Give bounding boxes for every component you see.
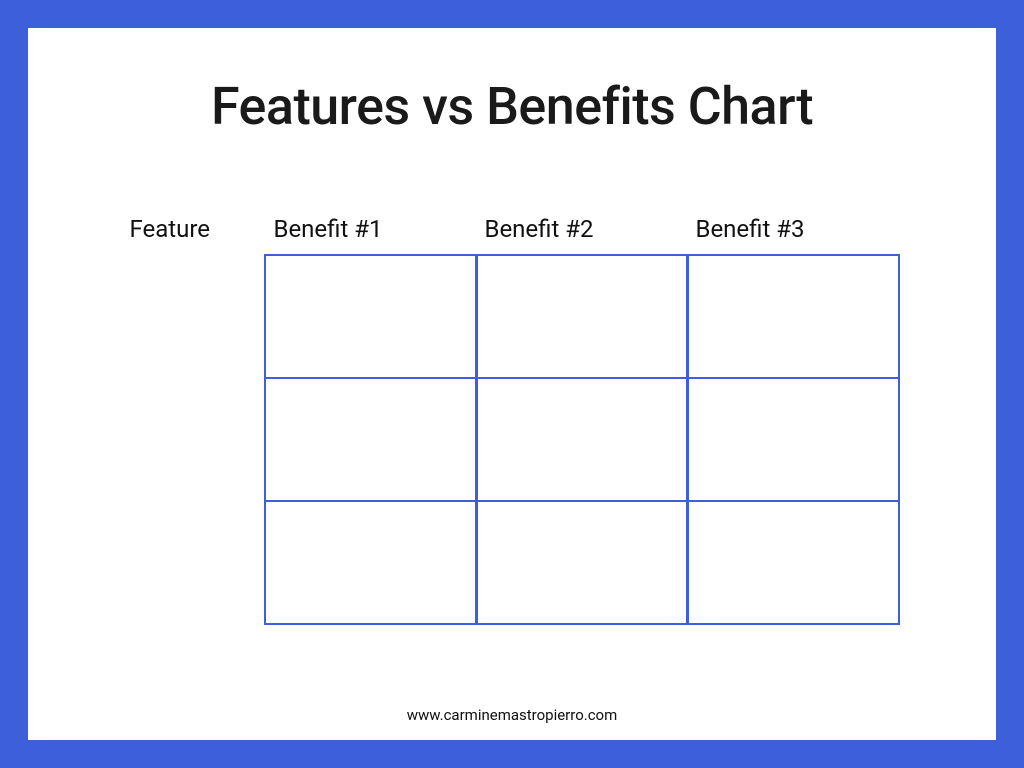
grid — [266, 255, 899, 624]
grid-cell — [686, 500, 900, 626]
grid-wrap — [126, 255, 899, 624]
page-title: Features vs Benefits Chart — [211, 76, 813, 137]
header-benefit-3: Benefit #3 — [688, 215, 899, 243]
header-benefit-1: Benefit #1 — [266, 215, 477, 243]
grid-cell — [686, 254, 900, 380]
grid-cell — [475, 500, 689, 626]
diagram-container: Features vs Benefits Chart Feature Benef… — [28, 28, 996, 740]
chart-table: Feature Benefit #1 Benefit #2 Benefit #3 — [126, 215, 899, 624]
header-feature: Feature — [126, 215, 266, 243]
grid-cell — [475, 377, 689, 503]
grid-cell — [475, 254, 689, 380]
header-benefit-2: Benefit #2 — [477, 215, 688, 243]
grid-cell — [264, 377, 478, 503]
footer-url: www.carminemastropierro.com — [28, 706, 996, 724]
grid-cell — [264, 500, 478, 626]
grid-cell — [686, 377, 900, 503]
feature-column-spacer — [126, 255, 266, 624]
table-headers: Feature Benefit #1 Benefit #2 Benefit #3 — [126, 215, 899, 243]
grid-cell — [264, 254, 478, 380]
